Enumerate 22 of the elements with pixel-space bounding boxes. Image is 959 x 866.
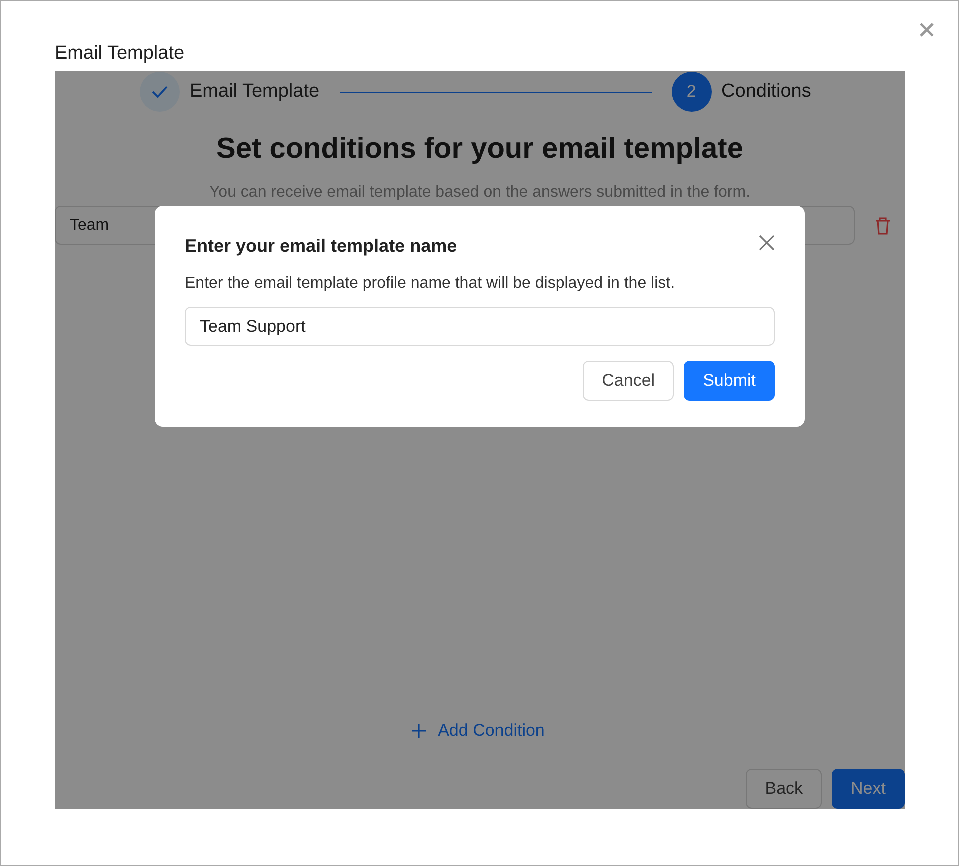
input-field[interactable]: Team Support bbox=[185, 307, 775, 346]
close-icon bbox=[920, 23, 934, 37]
modal-description: Enter the email template profile name that will be displayed in the list. bbox=[185, 275, 676, 293]
delete-button[interactable] bbox=[875, 216, 891, 234]
trash-icon bbox=[875, 216, 891, 234]
close-icon bbox=[759, 234, 775, 250]
check-icon bbox=[152, 86, 168, 98]
primary-button[interactable]: Next bbox=[832, 769, 905, 809]
step-number: 2 bbox=[672, 72, 712, 112]
primary-button[interactable]: Submit bbox=[684, 361, 775, 401]
page-heading: Set conditions for your email template bbox=[216, 133, 744, 166]
step-label: Conditions bbox=[722, 81, 812, 103]
page-subtitle: You can receive email template based on the answers submitted in the form. bbox=[208, 184, 752, 202]
field-value: Team bbox=[70, 216, 110, 234]
close-button[interactable] bbox=[759, 234, 775, 250]
dialog-title: Email Template bbox=[55, 43, 185, 65]
modal-title: Enter your email template name bbox=[185, 236, 458, 257]
plus-icon bbox=[412, 724, 426, 738]
step-label: Email Template bbox=[190, 81, 320, 103]
add-condition-link[interactable]: Add Condition bbox=[412, 721, 545, 741]
secondary-button[interactable]: Back bbox=[746, 769, 822, 809]
secondary-button[interactable]: Cancel bbox=[583, 361, 674, 401]
